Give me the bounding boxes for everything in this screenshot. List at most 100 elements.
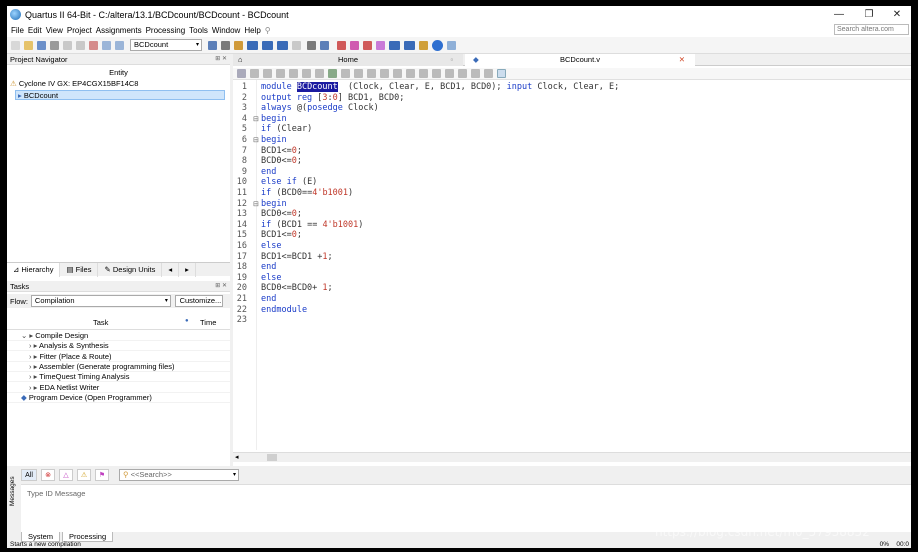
editor-tool-icon[interactable] [328, 69, 337, 78]
editor-tool-icon[interactable] [263, 69, 272, 78]
editor-tool-icon[interactable] [341, 69, 350, 78]
info-icon[interactable] [447, 40, 456, 50]
tab-close-icon[interactable]: ✕ [679, 54, 685, 66]
scroll-left-icon[interactable]: ◂ [235, 453, 239, 461]
top-entity-row[interactable]: ▸ BCDcount [15, 90, 225, 100]
cut-icon[interactable] [63, 40, 72, 50]
menu-file[interactable]: File [11, 26, 24, 35]
code-line[interactable]: BCD1<=0; [261, 146, 302, 157]
analysis-icon[interactable] [262, 40, 273, 50]
task-row[interactable]: ⌄ ▸ Compile Design [7, 331, 230, 341]
tab-hierarchy[interactable]: ⊿ Hierarchy [7, 262, 61, 277]
tab-scroll-right[interactable]: ▸ [179, 262, 196, 277]
code-line[interactable]: begin [261, 199, 287, 210]
menu-assignments[interactable]: Assignments [96, 26, 142, 35]
horizontal-scrollbar[interactable]: ◂ [233, 452, 911, 462]
open-file-icon[interactable] [24, 40, 33, 50]
editor-tool-icon[interactable] [315, 69, 324, 78]
editor-tool-icon[interactable] [289, 69, 298, 78]
editor-tool-icon[interactable] [302, 69, 311, 78]
print-icon[interactable] [50, 40, 59, 50]
editor-tool-icon[interactable] [406, 69, 415, 78]
task-row[interactable]: › ▸ Fitter (Place & Route) [7, 352, 230, 362]
code-line[interactable]: BCD0<=0; [261, 209, 302, 220]
pin-planner-icon[interactable] [221, 40, 230, 50]
info-filter-icon[interactable]: ⚑ [95, 469, 109, 481]
project-combo[interactable]: BCDcount ▾ [130, 39, 202, 51]
save-icon[interactable] [37, 40, 46, 50]
rtl-viewer-icon[interactable] [376, 40, 385, 50]
device-row[interactable]: ⚠ Cyclone IV GX: EP4CGX15BF14C8 [7, 79, 230, 89]
menu-tools[interactable]: Tools [189, 26, 208, 35]
tab-bcdcount-v[interactable]: ◆ BCDcount.v ✕ [465, 54, 695, 66]
scroll-thumb[interactable] [267, 454, 277, 461]
editor-tool-icon[interactable] [276, 69, 285, 78]
code-line[interactable]: else if (E) [261, 177, 317, 188]
paste-icon[interactable] [89, 40, 98, 50]
editor-tool-icon[interactable] [367, 69, 376, 78]
code-line[interactable]: endmodule [261, 305, 307, 316]
help-icon[interactable] [432, 39, 443, 51]
power-icon[interactable] [419, 40, 428, 50]
critical-warning-filter-icon[interactable]: △ [59, 469, 73, 481]
editor-tool-icon[interactable] [393, 69, 402, 78]
netlist-icon[interactable] [320, 40, 329, 50]
task-row[interactable]: › ▸ Assembler (Generate programming file… [7, 362, 230, 372]
customize-button[interactable]: Customize... [174, 295, 223, 307]
fold-toggle-icon[interactable]: ⊟ [253, 200, 259, 208]
task-row[interactable]: › ▸ EDA Netlist Writer [7, 383, 230, 393]
chevron-right-icon[interactable]: › ▸ [29, 362, 39, 371]
chip-planner-icon[interactable] [337, 40, 346, 50]
tab-home[interactable]: ⌂ Home ▫ [233, 54, 463, 66]
restore-button[interactable]: ❐ [855, 6, 883, 23]
chevron-right-icon[interactable]: › ▸ [29, 352, 39, 361]
redo-icon[interactable] [115, 40, 124, 50]
editor-tool-icon[interactable] [419, 69, 428, 78]
code-line[interactable]: end [261, 294, 276, 305]
tasks-pin-icon[interactable]: ⊞ ✕ [215, 281, 227, 292]
editor-tool-icon[interactable] [432, 69, 441, 78]
help-search-icon[interactable]: ⚲ [265, 26, 271, 35]
programmer-icon[interactable]: ◆ [21, 393, 29, 402]
message-search-input[interactable]: ⚲ <<Search>> ▾ [119, 469, 239, 481]
editor-tool-icon[interactable] [380, 69, 389, 78]
chevron-right-icon[interactable]: › ▸ [29, 372, 39, 381]
chevron-right-icon[interactable]: › ▸ [29, 341, 39, 350]
menu-help[interactable]: Help [244, 26, 260, 35]
editor-tool-icon[interactable] [445, 69, 454, 78]
assignment-editor-icon[interactable] [208, 40, 217, 50]
sopc-icon[interactable] [404, 40, 415, 50]
code-line[interactable]: always @(posedge Clock) [261, 103, 379, 114]
timing-icon[interactable] [307, 40, 316, 50]
editor-tool-icon[interactable] [471, 69, 480, 78]
tab-files[interactable]: ▤ Files [60, 262, 99, 277]
task-row[interactable]: ◆ Program Device (Open Programmer) [7, 393, 230, 403]
new-file-icon[interactable] [11, 40, 20, 50]
editor-tool-icon[interactable] [250, 69, 259, 78]
menu-window[interactable]: Window [212, 26, 240, 35]
code-line[interactable]: BCD0<=BCD0+ 1; [261, 283, 333, 294]
fitter-icon[interactable] [277, 40, 288, 50]
code-line[interactable]: if (BCD0==4'b1001) [261, 188, 353, 199]
error-filter-icon[interactable]: ⊗ [41, 469, 55, 481]
signaltap-icon[interactable] [350, 40, 359, 50]
filter-all-button[interactable]: All [21, 469, 37, 481]
code-line[interactable]: BCD0<=0; [261, 156, 302, 167]
tab-scroll-left[interactable]: ◂ [162, 262, 180, 277]
stop-icon[interactable] [292, 40, 301, 50]
code-line[interactable]: begin [261, 135, 287, 146]
menu-project[interactable]: Project [67, 26, 92, 35]
search-input[interactable]: Search altera.com [834, 24, 909, 35]
editor-tool-icon[interactable] [458, 69, 467, 78]
warning-filter-icon[interactable]: ⚠ [77, 469, 91, 481]
copy-icon[interactable] [76, 40, 85, 50]
code-line[interactable]: module BCDcount (Clock, Clear, E, BCD1, … [261, 82, 619, 93]
flow-select[interactable]: Compilation ▾ [30, 295, 171, 307]
editor-tool-icon[interactable] [354, 69, 363, 78]
settings-icon[interactable] [234, 40, 243, 50]
menu-processing[interactable]: Processing [146, 26, 186, 35]
menu-view[interactable]: View [46, 26, 63, 35]
editor-tool-icon[interactable] [237, 69, 246, 78]
task-row[interactable]: › ▸ Analysis & Synthesis [7, 341, 230, 352]
fold-toggle-icon[interactable]: ⊟ [253, 136, 259, 144]
